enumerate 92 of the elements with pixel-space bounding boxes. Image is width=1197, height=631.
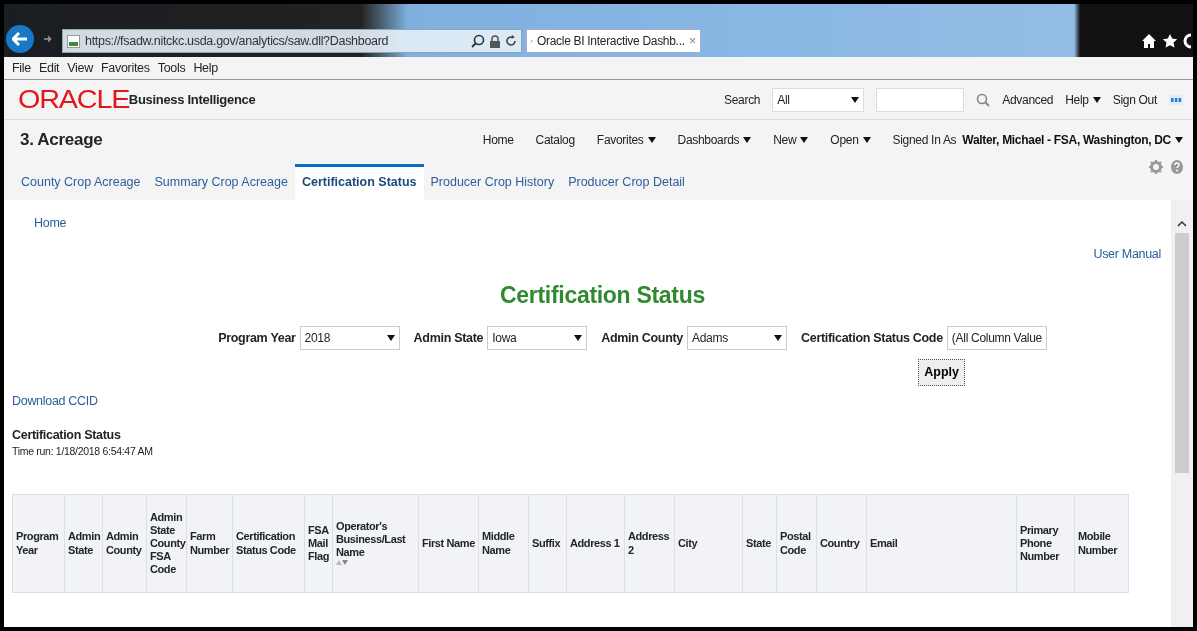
url-text: https://fsadw.nitckc.usda.gov/analytics/saw.dll?Dashboard: [85, 32, 390, 50]
nav-link[interactable]: Catalog: [535, 131, 575, 149]
menu-item[interactable]: File: [12, 58, 31, 78]
column-header[interactable]: Admin County: [102, 494, 147, 593]
dashboard-tab[interactable]: Producer Crop History: [423, 164, 562, 200]
prompt-select[interactable]: 2018: [299, 326, 400, 350]
menu-item[interactable]: Edit: [38, 58, 60, 78]
column-header[interactable]: FSA Mail Flag: [304, 494, 333, 593]
dashboard-tab[interactable]: Producer Crop Detail: [561, 164, 692, 200]
caret-icon: [386, 335, 395, 341]
lock-icon: [490, 34, 500, 48]
prompt-label: Admin County: [601, 329, 684, 347]
caret-icon: [647, 137, 656, 143]
caret-icon: [851, 96, 860, 103]
help-icon[interactable]: [1171, 160, 1183, 174]
product-name: Business Intelligence: [128, 91, 256, 107]
caret-icon: [1092, 96, 1101, 103]
scroll-up-icon[interactable]: [1177, 220, 1187, 227]
forward-arrow-icon: [44, 34, 52, 44]
dashboard-tab[interactable]: County Crop Acreage: [14, 164, 148, 200]
column-header[interactable]: Email: [866, 494, 1017, 593]
menu-item[interactable]: Favorites: [100, 58, 150, 78]
column-header[interactable]: Admin State County FSA Code: [146, 494, 187, 593]
scrollbar-thumb[interactable]: [1175, 233, 1189, 473]
prompt-select[interactable]: Adams: [687, 326, 788, 350]
menu-item[interactable]: View: [67, 58, 93, 78]
menu-item[interactable]: Tools: [157, 58, 186, 78]
column-header[interactable]: First Name: [418, 494, 479, 593]
column-header[interactable]: Address 1: [566, 494, 625, 593]
nav-link[interactable]: New: [773, 131, 809, 149]
prompt-label: Admin State: [413, 329, 484, 347]
column-header[interactable]: Mobile Number: [1074, 494, 1129, 593]
column-header[interactable]: Middle Name: [478, 494, 529, 593]
column-header[interactable]: Primary Phone Number: [1016, 494, 1075, 593]
column-header[interactable]: Operator's Business/Last Name: [332, 494, 419, 593]
refresh-icon[interactable]: [505, 35, 517, 47]
search-icon[interactable]: [471, 34, 485, 48]
search-label: Search: [724, 91, 761, 109]
column-header[interactable]: Suffix: [528, 494, 567, 593]
logo-text: ORACLE: [18, 87, 130, 112]
caret-icon: [774, 335, 783, 341]
prompt-select[interactable]: (All Column Value: [946, 326, 1047, 350]
column-header[interactable]: Admin State: [64, 494, 103, 593]
nav-link[interactable]: Dashboards: [677, 131, 752, 149]
report-title: Certification Status: [12, 426, 122, 444]
caret-icon: [800, 137, 809, 143]
dashboard-tab[interactable]: Certification Status: [294, 164, 424, 200]
caret-icon: [862, 137, 871, 143]
home-icon[interactable]: [1141, 33, 1157, 49]
signed-in-label: Signed In As: [892, 132, 957, 149]
apply-button[interactable]: Apply: [918, 359, 965, 386]
star-icon[interactable]: [1162, 33, 1178, 49]
column-header[interactable]: State: [742, 494, 777, 593]
caret-icon: [574, 335, 583, 341]
column-header[interactable]: Certification Status Code: [232, 494, 305, 593]
nav-link[interactable]: Home: [482, 131, 514, 149]
column-header[interactable]: Address 2: [624, 494, 675, 593]
tab-close-button[interactable]: ×: [688, 31, 696, 51]
download-link[interactable]: Download CCID: [12, 391, 98, 411]
column-header[interactable]: Program Year: [12, 494, 65, 593]
dashboard-tab[interactable]: Summary Crop Acreage: [147, 164, 295, 200]
dashboard-title: 3. Acreage: [20, 129, 103, 152]
menu-item[interactable]: Help: [193, 58, 218, 78]
search-field[interactable]: [876, 87, 965, 112]
column-header[interactable]: Country: [816, 494, 867, 593]
column-header[interactable]: City: [674, 494, 743, 593]
column-header[interactable]: Farm Number: [186, 494, 233, 593]
prompt-label: Program Year: [218, 329, 296, 347]
time-run-text: Time run: 1/18/2018 6:54:47 AM: [12, 444, 154, 460]
browser-tab[interactable]: Oracle BI Interactive Dashb... ×: [526, 29, 701, 53]
search-scope-select[interactable]: All: [772, 87, 865, 112]
scrollbar[interactable]: [1171, 200, 1193, 627]
breadcrumb-link[interactable]: Home: [34, 216, 67, 230]
user-menu[interactable]: Walter, Michael - FSA, Washington, DC: [962, 131, 1183, 149]
header-link[interactable]: Help: [1065, 90, 1101, 109]
more-dots-icon[interactable]: [1169, 94, 1183, 105]
sort-arrows-icon[interactable]: [336, 559, 348, 568]
address-bar[interactable]: https://fsadw.nitckc.usda.gov/analytics/saw.dll?Dashboard: [62, 29, 522, 53]
caret-icon: [1175, 137, 1183, 143]
prompt-select[interactable]: Iowa: [487, 326, 588, 350]
header-link[interactable]: Advanced: [1002, 90, 1054, 109]
back-arrow-icon: [12, 32, 28, 46]
tab-title: Oracle BI Interactive Dashb...: [536, 33, 685, 50]
back-button[interactable]: [6, 25, 34, 53]
header-link[interactable]: Sign Out: [1112, 90, 1157, 109]
column-header[interactable]: Postal Code: [776, 494, 817, 593]
nav-link[interactable]: Favorites: [596, 131, 656, 149]
prompt-label: Certification Status Code: [801, 329, 943, 347]
page-heading: Certification Status: [499, 280, 706, 310]
caret-icon: [743, 137, 752, 143]
user-manual-link[interactable]: User Manual: [1093, 244, 1161, 264]
nav-link[interactable]: Open: [830, 131, 871, 149]
